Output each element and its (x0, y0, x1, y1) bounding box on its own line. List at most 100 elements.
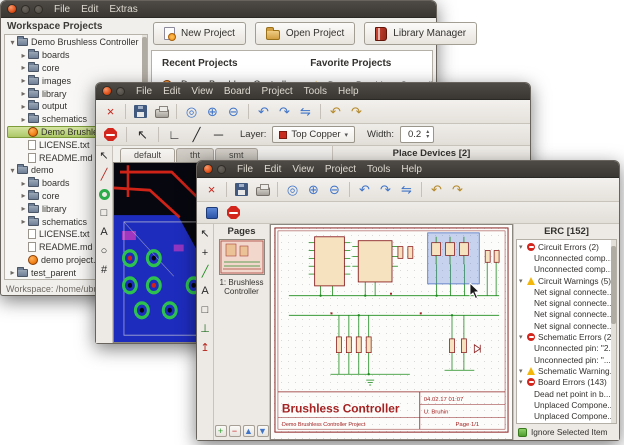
expander-icon[interactable]: ▾ (8, 38, 17, 47)
menu-item-help[interactable]: Help (401, 164, 422, 175)
menu-item-view[interactable]: View (191, 86, 213, 97)
print-icon[interactable] (253, 180, 272, 199)
save-icon[interactable] (232, 180, 251, 199)
print-icon[interactable] (152, 102, 171, 121)
zoom-out-icon[interactable]: ⊖ (224, 102, 243, 121)
page-item-label[interactable]: 1: Brushless Controller (216, 278, 268, 296)
wire-mode-45-icon[interactable]: ╱ (187, 125, 206, 144)
add-text-icon[interactable]: A (97, 225, 112, 240)
move-page-down-button[interactable]: ▼ (257, 425, 269, 437)
expander-icon[interactable]: ▾ (519, 243, 527, 251)
menu-item-tools[interactable]: Tools (367, 164, 390, 175)
expander-icon[interactable]: ▸ (19, 76, 28, 85)
board-editor-titlebar[interactable]: FileEditViewBoardProjectToolsHelp (96, 83, 530, 100)
add-hole-icon[interactable]: ○ (97, 244, 112, 259)
undo-icon[interactable]: ↶ (427, 180, 446, 199)
zoom-fit-icon[interactable]: ◎ (283, 180, 302, 199)
save-icon[interactable] (131, 102, 150, 121)
menu-item-edit[interactable]: Edit (81, 4, 98, 15)
tree-item[interactable]: ▾Demo Brushless Controller (7, 36, 146, 49)
library-manager-button[interactable]: Library Manager (364, 22, 477, 45)
select-tool-icon[interactable]: ↖ (198, 227, 213, 242)
flip-icon[interactable]: ⇋ (296, 102, 315, 121)
menu-item-tools[interactable]: Tools (304, 86, 327, 97)
expander-icon[interactable]: ▸ (19, 51, 28, 60)
expander-icon[interactable]: ▾ (519, 378, 527, 386)
undo-icon[interactable]: ↶ (326, 102, 345, 121)
menu-item-project[interactable]: Project (262, 86, 293, 97)
expander-icon[interactable]: ▾ (519, 277, 527, 285)
menu-item-edit[interactable]: Edit (163, 86, 180, 97)
expander-icon[interactable]: ▾ (8, 166, 17, 175)
zoom-fit-icon[interactable]: ◎ (182, 102, 201, 121)
erc-scrollbar-thumb[interactable] (611, 246, 616, 324)
schematic-canvas[interactable]: Brushless Controller Demo Brushless Cont… (270, 224, 513, 440)
move-tool-icon[interactable]: + (198, 246, 213, 261)
rotate-cw-icon[interactable]: ↷ (376, 180, 395, 199)
erc-item[interactable]: Unconnected pin: "2... (517, 343, 616, 354)
add-via-icon[interactable] (97, 187, 112, 202)
erc-item[interactable]: Unplaced Compone... (517, 399, 616, 410)
erc-item[interactable]: Unconnected comp... (517, 264, 616, 275)
expander-icon[interactable]: ▸ (19, 191, 28, 200)
control-panel-titlebar[interactable]: File Edit Extras (1, 1, 436, 18)
close-project-icon[interactable]: × (101, 102, 120, 121)
menu-item-file[interactable]: File (54, 4, 70, 15)
add-vcc-icon[interactable]: ↥ (198, 341, 213, 356)
close-button[interactable] (7, 4, 17, 14)
draw-polygon-icon[interactable]: □ (97, 206, 112, 221)
draw-plane-icon[interactable]: # (97, 263, 112, 278)
expander-icon[interactable]: ▾ (519, 367, 527, 375)
rotate-cw-icon[interactable]: ↷ (275, 102, 294, 121)
add-page-button[interactable]: + (215, 425, 227, 437)
redo-icon[interactable]: ↷ (448, 180, 467, 199)
erc-item[interactable]: Unconnected comp... (517, 252, 616, 263)
wire-mode-straight-icon[interactable]: ─ (209, 125, 228, 144)
expander-icon[interactable]: ▸ (19, 89, 28, 98)
erc-item[interactable]: Net signal connecte... (517, 309, 616, 320)
close-button[interactable] (203, 164, 213, 174)
draw-trace-icon[interactable]: ╱ (97, 168, 112, 183)
erc-scrollbar[interactable] (611, 240, 616, 423)
ignore-selected-item-button[interactable]: Ignore Selected Item (514, 424, 619, 440)
expander-icon[interactable]: ▸ (19, 102, 28, 111)
select-tool-icon[interactable]: ↖ (133, 125, 152, 144)
zoom-in-icon[interactable]: ⊕ (304, 180, 323, 199)
zoom-out-icon[interactable]: ⊖ (325, 180, 344, 199)
expander-icon[interactable]: ▸ (19, 179, 28, 188)
zoom-in-icon[interactable]: ⊕ (203, 102, 222, 121)
draw-wire-icon[interactable]: ╱ (198, 265, 213, 280)
erc-item[interactable]: Net signal connecte... (517, 320, 616, 331)
tree-item[interactable]: ▸core (7, 62, 146, 75)
erc-item[interactable]: Unplaced Compone... (517, 410, 616, 421)
erc-group[interactable]: ▾Schematic Errors (2) (517, 331, 616, 342)
schematic-editor-titlebar[interactable]: FileEditViewProjectToolsHelp (197, 161, 619, 178)
menu-item-view[interactable]: View (292, 164, 314, 175)
page-thumbnail[interactable] (219, 239, 265, 275)
wire-mode-hv-icon[interactable]: ∟ (165, 125, 184, 144)
menu-item-file[interactable]: File (237, 164, 253, 175)
erc-group[interactable]: ▾Board Errors (143) (517, 377, 616, 388)
expander-icon[interactable]: ▸ (19, 63, 28, 72)
flip-icon[interactable]: ⇋ (397, 180, 416, 199)
add-net-label-icon[interactable]: A (198, 284, 213, 299)
width-input[interactable]: 0.2 ▴▾ (400, 126, 434, 143)
rotate-ccw-icon[interactable]: ↶ (355, 180, 374, 199)
erc-group[interactable]: ▾Circuit Warnings (5) (517, 275, 616, 286)
add-gnd-icon[interactable]: ⊥ (198, 322, 213, 337)
add-component-icon[interactable]: □ (198, 303, 213, 318)
maximize-button[interactable] (34, 5, 43, 14)
minimize-button[interactable] (21, 5, 30, 14)
menu-item-extras[interactable]: Extras (109, 4, 137, 15)
close-button[interactable] (102, 86, 112, 96)
minimize-button[interactable] (217, 165, 226, 174)
menu-item-project[interactable]: Project (325, 164, 356, 175)
open-project-button[interactable]: Open Project (255, 22, 355, 45)
menu-item-file[interactable]: File (136, 86, 152, 97)
erc-item[interactable]: Net signal connecte... (517, 286, 616, 297)
menu-item-help[interactable]: Help (338, 86, 359, 97)
abort-command-icon[interactable] (101, 125, 120, 144)
erc-group[interactable]: ▾Schematic Warning... (517, 365, 616, 376)
abort-command-icon[interactable] (224, 203, 243, 222)
erc-group[interactable]: ▾Circuit Errors (2) (517, 241, 616, 252)
